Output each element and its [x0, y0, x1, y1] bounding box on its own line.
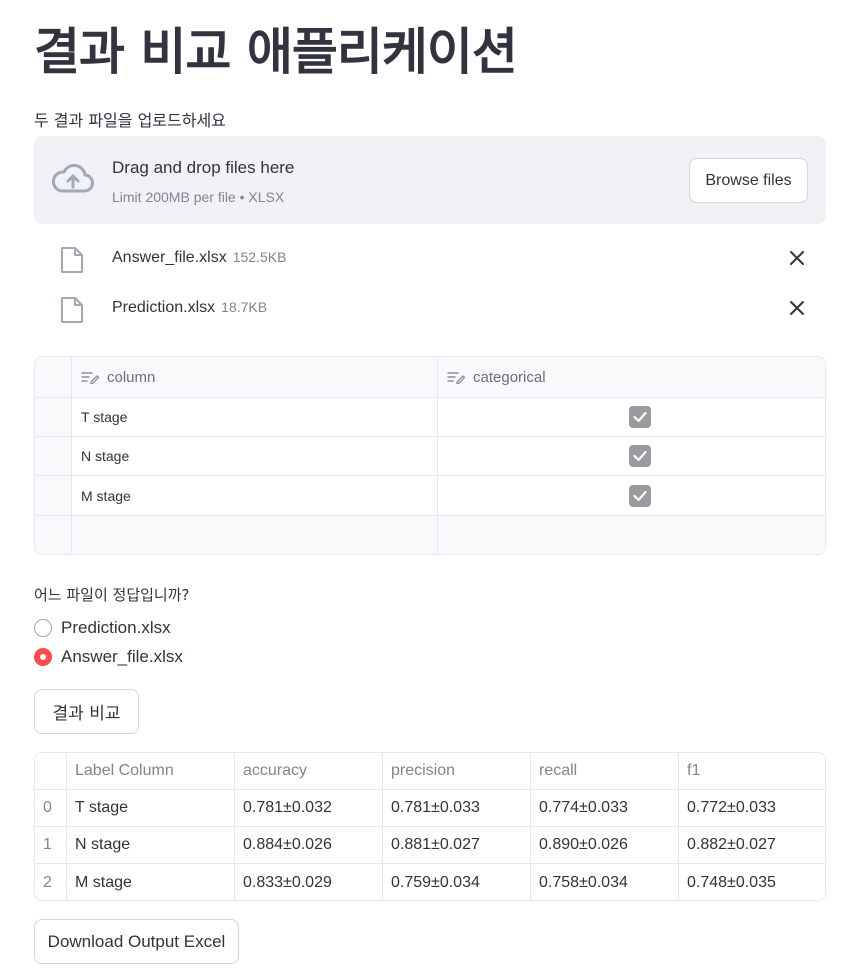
checkmark-icon	[633, 450, 647, 462]
radio-option-label: Answer_file.xlsx	[61, 647, 183, 666]
editor-cell[interactable]	[438, 437, 825, 475]
row-index: 0	[35, 790, 67, 826]
table-cell: 0.748±0.035	[687, 873, 776, 891]
row-index: 1	[35, 827, 67, 863]
results-header-cell[interactable]: Label Column	[67, 753, 235, 789]
file-icon	[61, 297, 83, 323]
editor-row-index	[35, 516, 72, 554]
results-header-row: Label Column accuracy precision recall f…	[35, 753, 825, 790]
radio-button-selected[interactable]	[34, 648, 52, 666]
editor-corner-cell	[35, 357, 72, 397]
results-table: Label Column accuracy precision recall f…	[34, 752, 826, 901]
radio-button[interactable]	[34, 619, 52, 637]
results-header-cell	[35, 753, 67, 789]
table-cell: M stage	[67, 864, 235, 900]
editor-cell[interactable]	[438, 476, 825, 515]
table-cell: 0.833±0.029	[235, 864, 383, 900]
editor-cell[interactable]	[72, 516, 438, 554]
results-header-cell[interactable]: accuracy	[235, 753, 383, 789]
close-icon[interactable]	[788, 299, 806, 317]
table-cell: 0.890±0.026	[531, 827, 679, 863]
checkmark-icon	[633, 490, 647, 501]
editor-row-index	[35, 437, 72, 475]
editor-header-label: categorical	[473, 368, 546, 386]
radio-option-answer[interactable]: Answer_file.xlsx	[34, 646, 183, 668]
results-header-cell[interactable]: recall	[531, 753, 679, 789]
compare-button[interactable]: 결과 비교	[34, 689, 139, 734]
table-cell: 0.758±0.034	[531, 864, 679, 900]
download-output-button[interactable]: Download Output Excel	[34, 919, 239, 964]
row-index: 2	[35, 864, 67, 900]
editor-cell[interactable]	[438, 398, 825, 436]
editor-row: T stage	[35, 398, 825, 437]
editor-add-row[interactable]	[35, 516, 825, 554]
checkbox[interactable]	[629, 445, 651, 467]
table-cell: 0.884±0.026	[235, 827, 383, 863]
file-icon	[61, 247, 83, 273]
table-row: 0 T stage 0.781±0.032 0.781±0.033 0.774±…	[35, 790, 825, 827]
browse-files-button[interactable]: Browse files	[689, 158, 808, 203]
dropzone-limit: Limit 200MB per file • XLSX	[112, 189, 285, 205]
table-cell: 0.759±0.034	[383, 864, 531, 900]
editor-row: M stage	[35, 476, 825, 516]
table-row: 2 M stage 0.833±0.029 0.759±0.034 0.758±…	[35, 864, 825, 900]
table-cell: 0.882±0.027	[687, 836, 776, 853]
radio-question: 어느 파일이 정답입니까?	[34, 586, 190, 604]
radio-option-prediction[interactable]: Prediction.xlsx	[34, 617, 171, 639]
checkbox[interactable]	[629, 484, 651, 507]
editor-header-row: column categorical	[35, 357, 825, 398]
file-dropzone[interactable]: Drag and drop files here Limit 200MB per…	[34, 136, 826, 224]
editor-cell[interactable]	[438, 516, 825, 554]
checkbox[interactable]	[629, 406, 651, 428]
radio-option-label: Prediction.xlsx	[61, 618, 171, 637]
uploaded-file-item: Prediction.xlsx 18.7KB	[34, 290, 826, 330]
file-size: 18.7KB	[221, 299, 268, 315]
table-cell: 0.772±0.033	[687, 799, 776, 816]
page-title: 결과 비교 애플리케이션	[34, 23, 518, 81]
table-cell: T stage	[67, 790, 235, 826]
editor-cell[interactable]: T stage	[72, 398, 438, 436]
dropzone-instructions: Drag and drop files here	[112, 158, 295, 177]
file-size: 152.5KB	[232, 249, 287, 265]
checkmark-icon	[633, 411, 647, 423]
editor-row-index	[35, 398, 72, 436]
editor-cell[interactable]: M stage	[72, 476, 438, 515]
editor-cell[interactable]: N stage	[72, 437, 438, 475]
editor-header-label: column	[107, 368, 156, 386]
close-icon[interactable]	[788, 249, 806, 267]
table-cell: 0.781±0.033	[383, 790, 531, 826]
file-name: Answer_file.xlsx	[112, 249, 227, 266]
table-cell: 0.781±0.032	[235, 790, 383, 826]
cloud-upload-icon	[52, 163, 94, 193]
edit-text-icon	[81, 372, 99, 384]
editor-row-index	[35, 476, 72, 515]
table-row: 1 N stage 0.884±0.026 0.881±0.027 0.890±…	[35, 827, 825, 864]
table-cell: 0.881±0.027	[383, 827, 531, 863]
uploader-label: 두 결과 파일을 업로드하세요	[34, 111, 226, 130]
results-header-cell[interactable]: precision	[383, 753, 531, 789]
editor-column-header[interactable]: column	[72, 357, 438, 397]
table-cell: 0.774±0.033	[531, 790, 679, 826]
data-editor[interactable]: column categorical T stage N stage M sta…	[34, 356, 826, 555]
file-name: Prediction.xlsx	[112, 299, 216, 316]
results-header-cell[interactable]: f1	[679, 753, 825, 789]
editor-column-header[interactable]: categorical	[438, 357, 825, 397]
uploaded-file-item: Answer_file.xlsx 152.5KB	[34, 240, 826, 280]
edit-text-icon	[447, 372, 465, 384]
editor-row: N stage	[35, 437, 825, 476]
table-cell: N stage	[67, 827, 235, 863]
